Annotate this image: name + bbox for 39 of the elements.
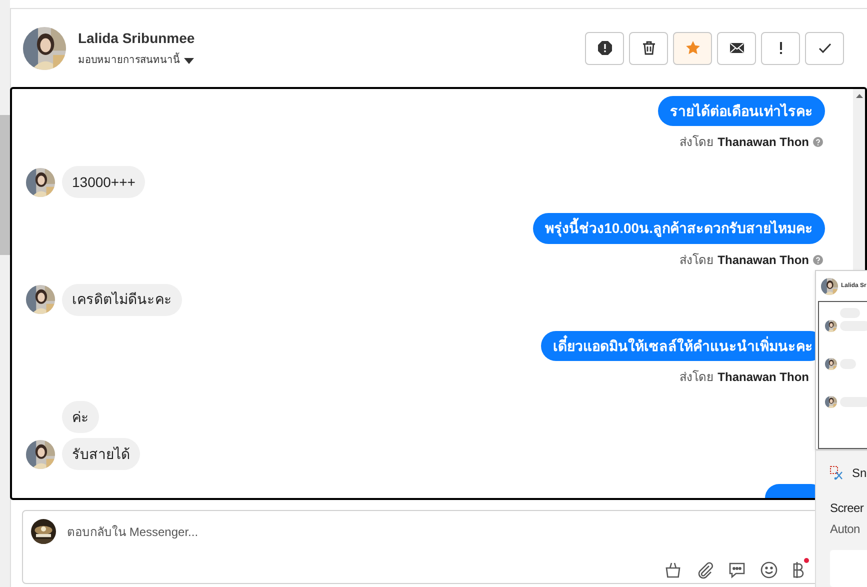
sender-name: Thanawan Thon <box>718 369 809 386</box>
app-name: Sn <box>852 465 867 482</box>
message-bubble: รับสายได้ <box>62 438 140 470</box>
baht-icon[interactable] <box>792 561 804 579</box>
star-icon <box>684 40 700 56</box>
scissors-icon <box>830 466 844 480</box>
contact-name: Lalida Sribunmee <box>78 29 195 48</box>
stop-sign-button[interactable] <box>585 32 624 64</box>
scroll-up-arrow-icon[interactable] <box>856 94 862 98</box>
help-icon[interactable] <box>813 137 823 148</box>
speech-bubble-icon[interactable] <box>728 561 746 579</box>
notification-title: Screer <box>830 500 864 517</box>
star-button[interactable] <box>673 32 712 64</box>
sent-by-label: ส่งโดย <box>680 369 714 386</box>
shopping-bag-icon[interactable] <box>664 561 682 579</box>
message-bubble: เครดิตไม่ดีนะคะ <box>62 284 182 316</box>
message-bubble: 13000+++ <box>62 166 146 198</box>
message-bubble: รายได้ต่อเดือนเท่าไรคะ <box>658 96 825 126</box>
exclamation-icon <box>778 40 784 56</box>
trash-button[interactable] <box>629 32 668 64</box>
smiley-icon[interactable] <box>760 561 778 579</box>
envelope-button[interactable] <box>717 32 756 64</box>
sent-by-label: ส่งโดย <box>680 252 714 269</box>
envelope-icon <box>728 40 744 56</box>
trash-icon <box>640 40 656 56</box>
page-scrollbar[interactable] <box>0 0 10 587</box>
sent-by-label: ส่งโดย <box>680 134 714 152</box>
sender-name: Thanawan Thon <box>718 134 809 152</box>
paperclip-icon[interactable] <box>696 561 714 579</box>
assign-conversation-link[interactable]: มอบหมายการสนทนานี้ <box>78 53 180 68</box>
reply-input[interactable]: ตอบกลับใน Messenger... <box>67 522 567 540</box>
checkmark-button[interactable] <box>805 32 844 64</box>
message-bubble: พรุ่งนี้ช่วง10.00น.ลูกค้าสะดวกรับสายไหมคะ <box>533 213 825 244</box>
help-icon[interactable] <box>813 254 823 265</box>
stop-sign-icon <box>596 40 612 56</box>
notification-body: Auton <box>830 521 860 538</box>
message-bubble: ค่ะ <box>62 401 99 434</box>
sender-name: Thanawan Thon <box>718 252 809 269</box>
caret-icon[interactable] <box>184 58 194 64</box>
